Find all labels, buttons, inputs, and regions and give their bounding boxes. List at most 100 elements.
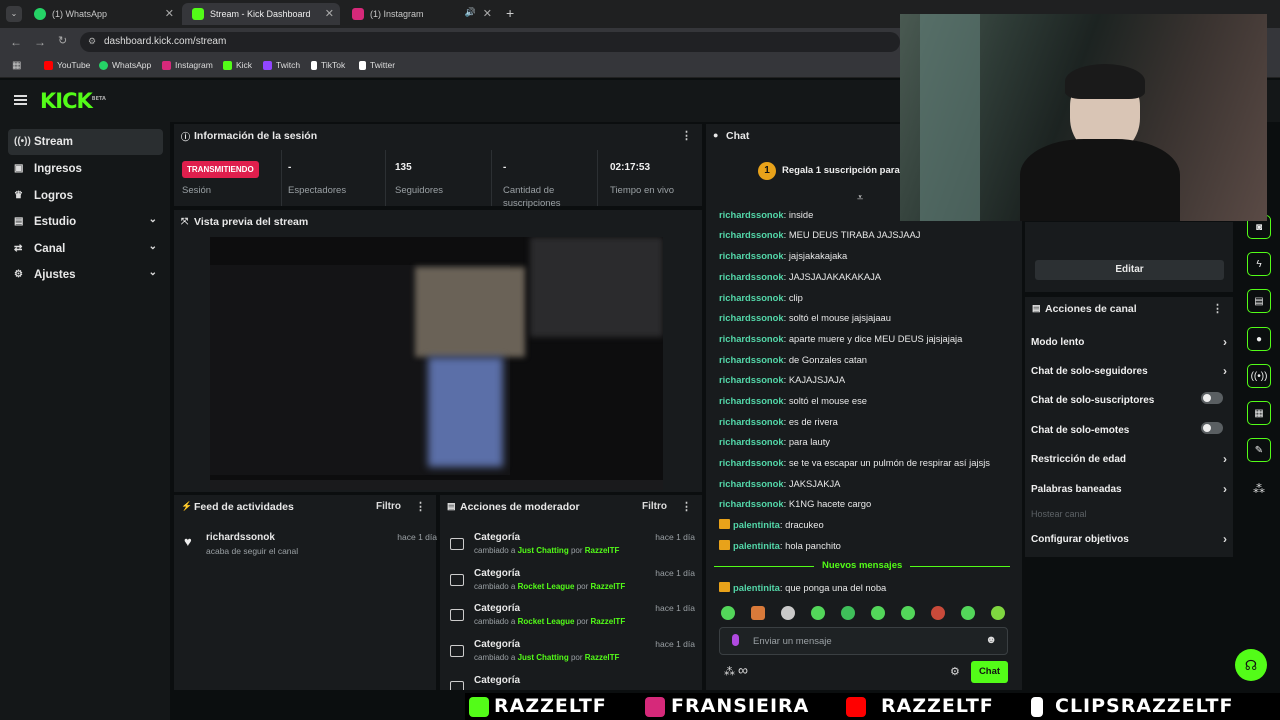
option-followers-only[interactable]: Chat de solo-seguidores › xyxy=(1031,364,1227,378)
emote-icon[interactable] xyxy=(901,606,915,620)
stream-preview-video[interactable] xyxy=(210,237,663,490)
emote-icon[interactable] xyxy=(991,606,1005,620)
category-name[interactable]: Just Chatting xyxy=(518,546,569,555)
sidebar-item-ajustes[interactable]: ⚙ Ajustes ⌄ xyxy=(8,262,163,288)
audio-playing-icon[interactable]: 🔊 xyxy=(465,7,476,18)
tools-widget-button[interactable]: ✎ xyxy=(1247,438,1271,462)
chat-username[interactable]: richardssonok xyxy=(719,478,784,489)
chat-username[interactable]: richardssonok xyxy=(719,250,784,261)
bookmark-tiktok[interactable]: TikTok xyxy=(311,60,345,70)
bookmark-whatsapp[interactable]: WhatsApp xyxy=(99,60,151,70)
chat-username[interactable]: richardssonok xyxy=(719,395,784,406)
forward-arrow-icon[interactable]: → xyxy=(34,35,46,49)
menu-hamburger-icon[interactable] xyxy=(14,95,27,105)
chat-username[interactable]: richardssonok xyxy=(719,457,784,468)
emote-icon[interactable] xyxy=(751,606,765,620)
emote-icon[interactable] xyxy=(841,606,855,620)
more-options-icon[interactable]: ⋮ xyxy=(1212,302,1223,315)
chat-username[interactable]: palentinita xyxy=(733,519,780,530)
notes-button[interactable]: ▤ xyxy=(1247,289,1271,313)
chat-message: richardssonok: se te va escapar un pulmó… xyxy=(719,457,990,468)
emote-icon[interactable] xyxy=(931,606,945,620)
mod-user[interactable]: RazzelTF xyxy=(591,582,626,591)
option-age-restriction[interactable]: Restricción de edad › xyxy=(1031,452,1227,466)
browser-tab-whatsapp[interactable]: (1) WhatsApp ✕ xyxy=(24,3,180,25)
new-tab-button[interactable]: + xyxy=(506,5,514,21)
url-field[interactable]: ⚙ dashboard.kick.com/stream xyxy=(80,32,900,52)
emote-icon[interactable] xyxy=(961,606,975,620)
close-tab-icon[interactable]: ✕ xyxy=(325,7,334,20)
option-configure-goals[interactable]: Configurar objetivos › xyxy=(1031,532,1227,546)
subscribers-only-toggle[interactable] xyxy=(1201,392,1223,404)
filter-button[interactable]: Filtro xyxy=(376,501,401,512)
chat-username[interactable]: richardssonok xyxy=(719,333,784,344)
list-widget-button[interactable]: ▦ xyxy=(1247,401,1271,425)
emotes-only-toggle[interactable] xyxy=(1201,422,1223,434)
chat-input[interactable]: Enviar un mensaje ☻ xyxy=(719,627,1008,655)
chat-username[interactable]: palentinita xyxy=(733,582,780,593)
bookmark-instagram[interactable]: Instagram xyxy=(162,60,213,70)
support-button[interactable]: ☊ xyxy=(1235,649,1267,681)
sidebar-item-logros[interactable]: ♛ Logros xyxy=(8,183,163,209)
more-options-icon[interactable]: ⋮ xyxy=(681,500,692,513)
category-name[interactable]: Rocket League xyxy=(518,582,575,591)
new-messages-divider[interactable]: Nuevos mensajes xyxy=(714,560,1010,578)
tab-search-button[interactable]: ⌄ xyxy=(6,6,22,22)
chat-widget-button[interactable]: ● xyxy=(1247,327,1271,351)
emote-icon[interactable] xyxy=(871,606,885,620)
bookmark-twitter[interactable]: Twitter xyxy=(359,60,395,70)
kick-points-icon[interactable]: ⁂ xyxy=(724,665,735,678)
filter-button[interactable]: Filtro xyxy=(642,501,667,512)
browser-tab-instagram[interactable]: (1) Instagram 🔊 ✕ xyxy=(342,3,498,25)
category-name[interactable]: Rocket League xyxy=(518,617,575,626)
sidebar-item-stream[interactable]: ((•)) Stream xyxy=(8,129,163,155)
sidebar-item-estudio[interactable]: ▤ Estudio ⌄ xyxy=(8,209,163,235)
chat-username[interactable]: richardssonok xyxy=(719,229,784,240)
category-name[interactable]: Just Chatting xyxy=(518,653,569,662)
emoji-icon[interactable]: ☻ xyxy=(985,634,997,646)
site-info-icon[interactable]: ⚙ xyxy=(88,36,96,47)
send-chat-button[interactable]: Chat xyxy=(971,661,1008,683)
chat-username[interactable]: palentinita xyxy=(733,540,780,551)
bookmark-twitch[interactable]: Twitch xyxy=(263,60,300,70)
emote-icon[interactable] xyxy=(781,606,795,620)
microphone-icon[interactable] xyxy=(732,634,739,646)
emote-icon[interactable] xyxy=(721,606,735,620)
chat-username[interactable]: richardssonok xyxy=(719,271,784,282)
more-options-icon[interactable]: ⋮ xyxy=(681,129,692,142)
gift-sub-banner[interactable]: 1 Regala 1 suscripción para to xyxy=(758,162,911,180)
option-slow-mode[interactable]: Modo lento › xyxy=(1031,335,1227,349)
bookmark-youtube[interactable]: YouTube xyxy=(44,60,90,70)
broadcast-widget-button[interactable]: ((•)) xyxy=(1247,364,1271,388)
back-arrow-icon[interactable]: ← xyxy=(10,35,22,49)
chat-username[interactable]: richardssonok xyxy=(719,292,784,303)
bookmark-kick[interactable]: Kick xyxy=(223,60,252,70)
chat-settings-gear-icon[interactable]: ⚙ xyxy=(950,665,960,678)
mod-user[interactable]: RazzelTF xyxy=(591,617,626,626)
apps-grid-icon[interactable]: ▦ xyxy=(12,60,21,71)
feed-user[interactable]: richardssonok xyxy=(206,532,275,543)
edit-button[interactable]: Editar xyxy=(1035,260,1224,280)
sidebar-item-canal[interactable]: ⇄ Canal ⌄ xyxy=(8,236,163,262)
browser-tab-kick-dashboard[interactable]: Stream - Kick Dashboard ✕ xyxy=(182,3,340,25)
quick-action-button[interactable]: ϟ xyxy=(1247,252,1271,276)
chat-username[interactable]: richardssonok xyxy=(719,374,784,385)
kick-points-icon[interactable]: ⁂ xyxy=(1253,482,1265,496)
option-banned-words[interactable]: Palabras baneadas › xyxy=(1031,482,1227,496)
kick-logo[interactable]: KICKBETA xyxy=(40,89,106,113)
reload-icon[interactable]: ↻ xyxy=(58,34,67,47)
chat-username[interactable]: richardssonok xyxy=(719,416,784,427)
sidebar-item-ingresos[interactable]: ▣ Ingresos xyxy=(8,156,163,182)
more-options-icon[interactable]: ⋮ xyxy=(415,500,426,513)
chat-username[interactable]: richardssonok xyxy=(719,498,784,509)
chat-username[interactable]: richardssonok xyxy=(719,354,784,365)
emote-icon[interactable] xyxy=(811,606,825,620)
mod-user[interactable]: RazzelTF xyxy=(585,546,620,555)
mod-user[interactable]: RazzelTF xyxy=(585,653,620,662)
scroll-down-icon[interactable]: ⩡ xyxy=(857,192,863,205)
chat-username[interactable]: richardssonok xyxy=(719,209,784,220)
chat-username[interactable]: richardssonok xyxy=(719,312,784,323)
close-tab-icon[interactable]: ✕ xyxy=(483,7,492,20)
close-tab-icon[interactable]: ✕ xyxy=(165,7,174,20)
chat-username[interactable]: richardssonok xyxy=(719,436,784,447)
